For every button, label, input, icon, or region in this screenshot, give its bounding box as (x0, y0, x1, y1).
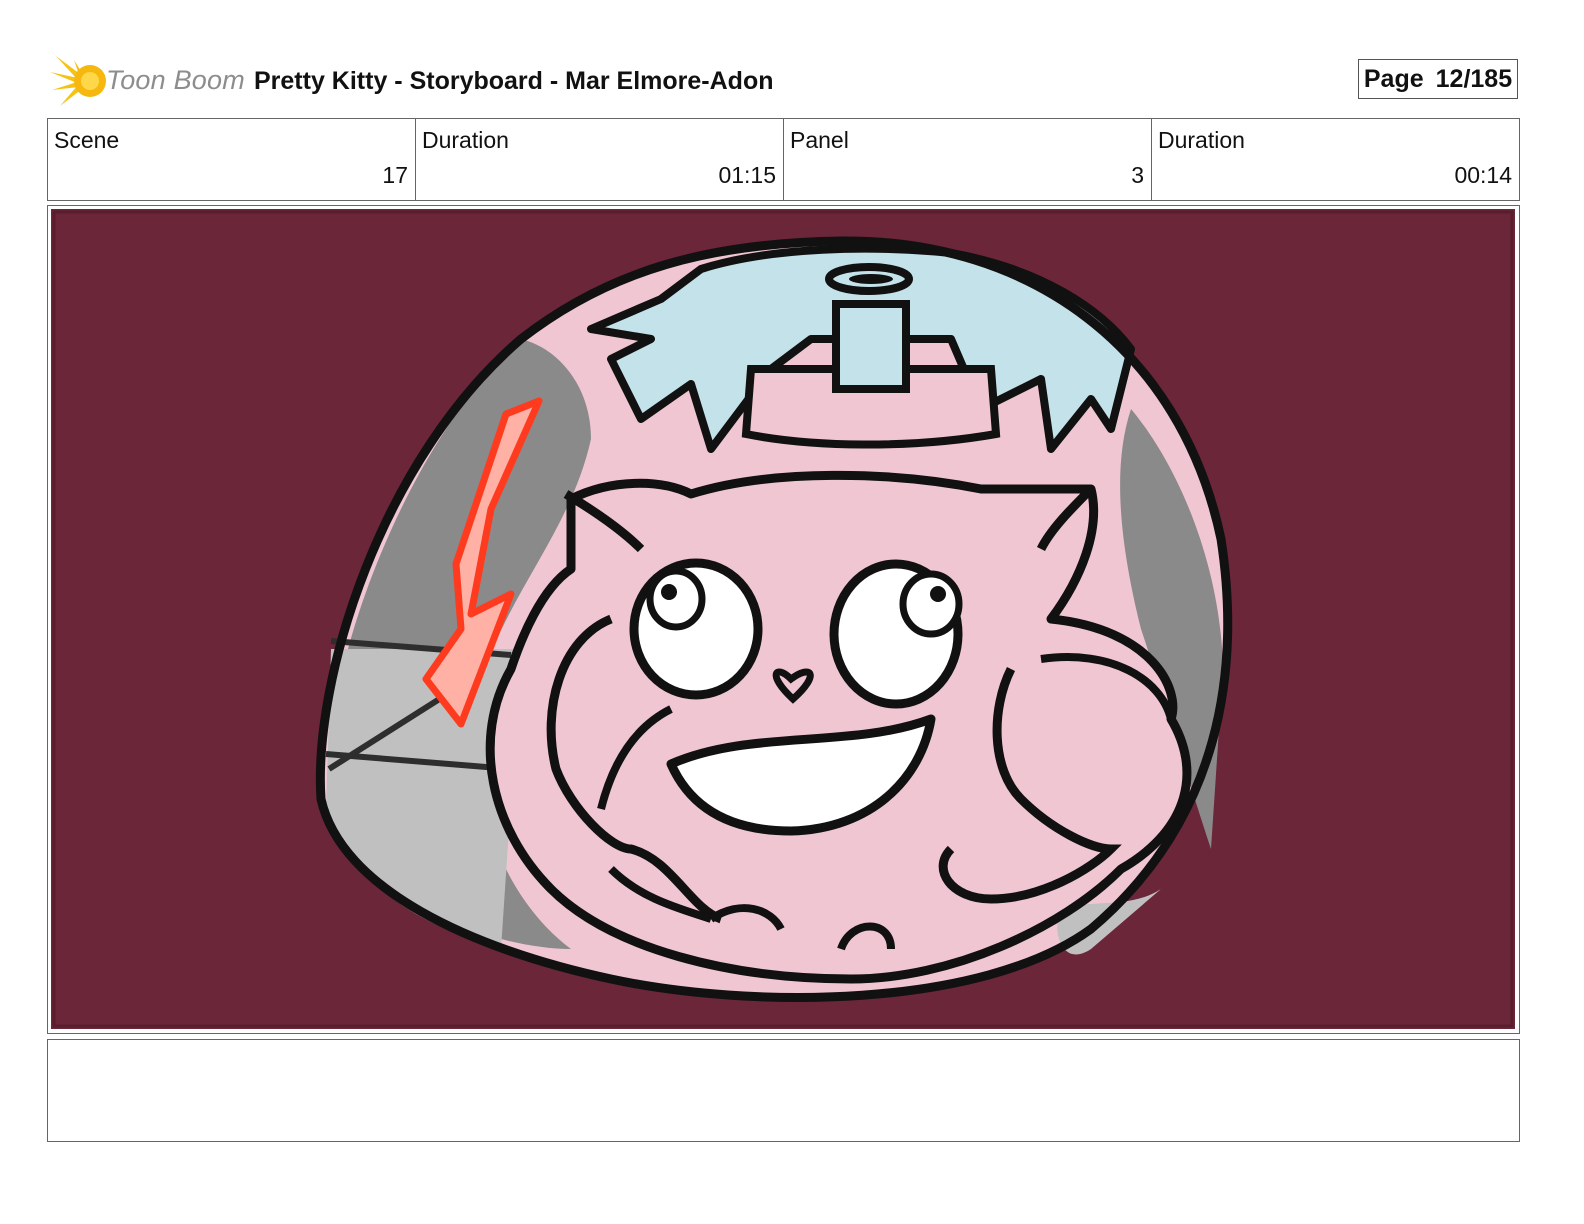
panel-value: 3 (1131, 162, 1144, 188)
storyboard-panel-image (51, 209, 1515, 1029)
page-indicator: Page 12/185 (1358, 59, 1518, 99)
scene-duration-value: 01:15 (718, 162, 776, 188)
page-label: Page (1363, 64, 1424, 93)
scene-duration-label: Duration (422, 127, 509, 153)
panel-cell: Panel 3 (784, 119, 1152, 200)
scene-value: 17 (382, 162, 408, 188)
scene-info-table: Scene 17 Duration 01:15 Panel 3 Duration… (47, 118, 1520, 201)
scene-duration-cell: Duration 01:15 (416, 119, 784, 200)
toon-boom-logo: Toon Boom (50, 54, 245, 108)
panel-duration-value: 00:14 (1454, 162, 1512, 188)
page-header: Toon Boom Pretty Kitty - Storyboard - Ma… (48, 52, 1538, 110)
panel-duration-cell: Duration 00:14 (1152, 119, 1519, 200)
toon-boom-star-burst-icon (50, 56, 106, 106)
panel-notes-box (47, 1039, 1520, 1142)
scene-cell: Scene 17 (48, 119, 416, 200)
storyboard-panel-frame (47, 205, 1520, 1034)
panel-label: Panel (790, 127, 849, 153)
document-title: Pretty Kitty - Storyboard - Mar Elmore-A… (254, 67, 774, 95)
scene-label: Scene (54, 127, 120, 153)
panel-duration-label: Duration (1158, 127, 1245, 153)
page-number: 12/185 (1435, 64, 1513, 93)
logo-wordmark: Toon Boom (106, 65, 245, 95)
